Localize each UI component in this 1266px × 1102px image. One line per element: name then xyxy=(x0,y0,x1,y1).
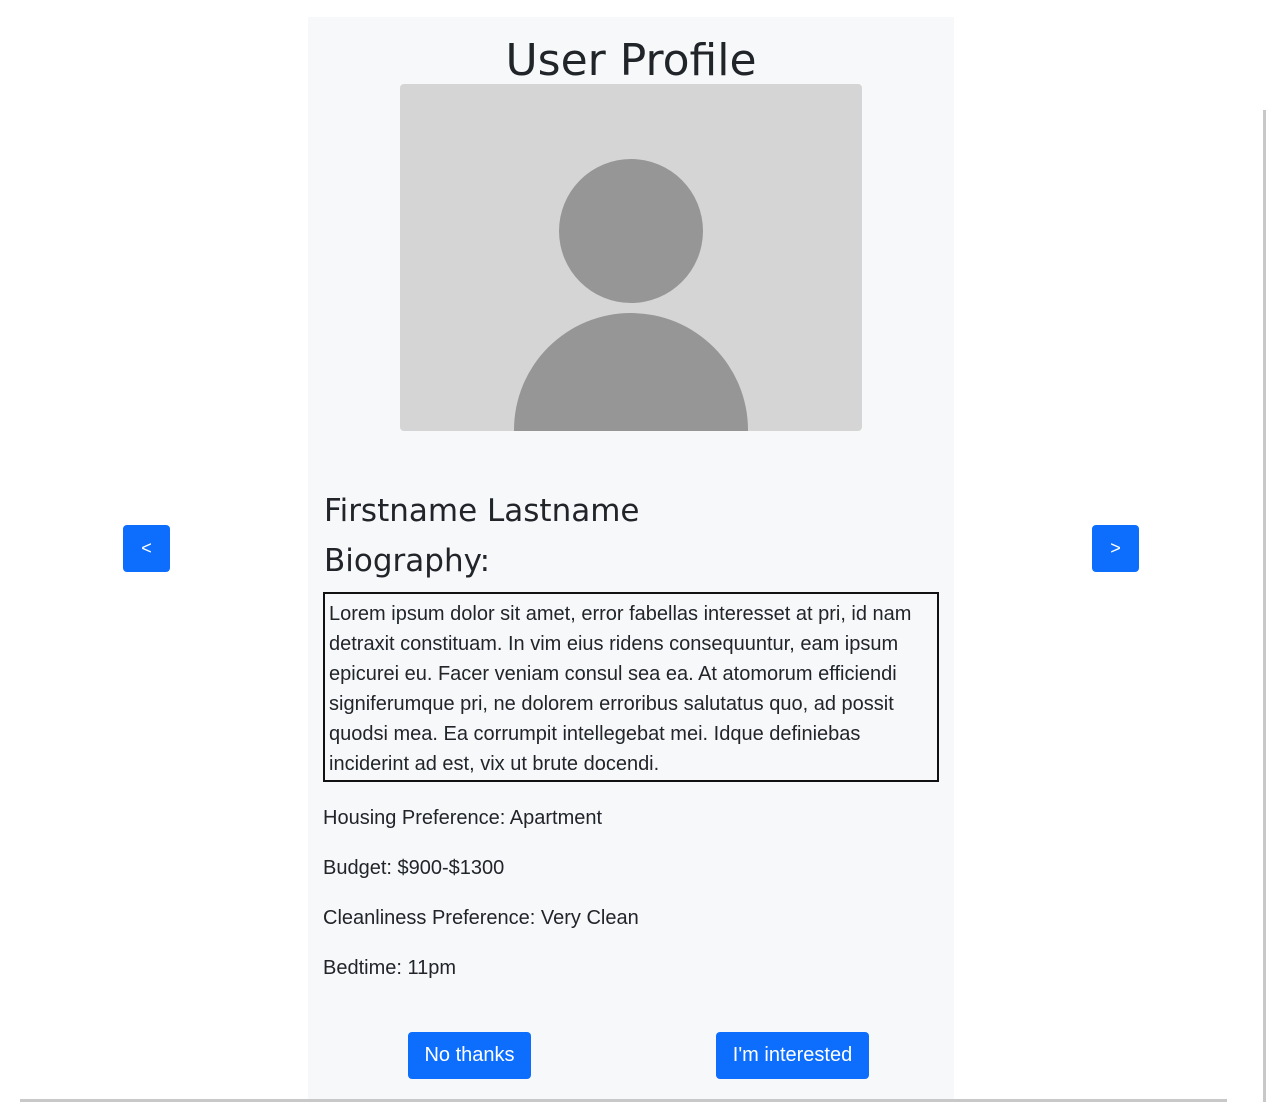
user-placeholder-body xyxy=(514,313,748,431)
biography-heading: Biography: xyxy=(324,543,491,579)
biography-text: Lorem ipsum dolor sit amet, error fabell… xyxy=(323,592,939,782)
page: < User Profile Firstname Lastname Biogra… xyxy=(0,0,1266,1102)
cleanliness-preference: Cleanliness Preference: Very Clean xyxy=(323,907,639,929)
interested-button[interactable]: I'm interested xyxy=(716,1032,869,1079)
budget: Budget: $900-$1300 xyxy=(323,857,505,879)
page-title: User Profile xyxy=(505,35,757,86)
profile-card: User Profile Firstname Lastname Biograph… xyxy=(308,17,954,1102)
previous-profile-button[interactable]: < xyxy=(123,525,170,572)
next-profile-button[interactable]: > xyxy=(1092,525,1139,572)
bedtime: Bedtime: 11pm xyxy=(323,957,457,979)
profile-photo xyxy=(400,84,862,431)
no-thanks-button[interactable]: No thanks xyxy=(408,1032,531,1079)
housing-preference: Housing Preference: Apartment xyxy=(323,807,603,829)
profile-name: Firstname Lastname xyxy=(324,493,640,529)
user-placeholder-icon xyxy=(559,159,703,303)
